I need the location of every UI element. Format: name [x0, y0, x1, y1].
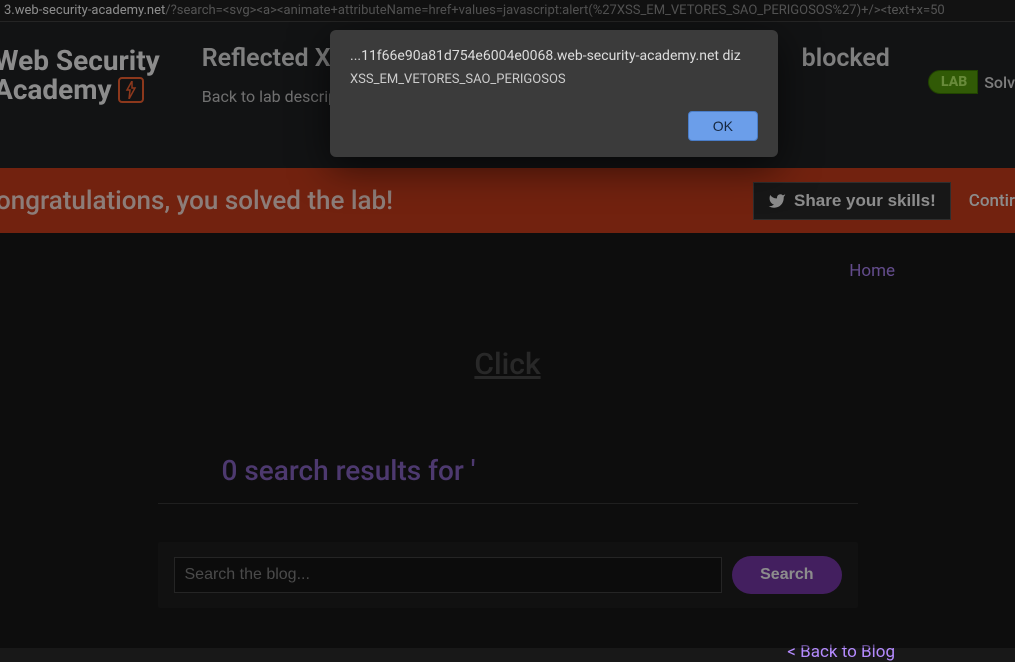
logo-line2: Academy	[0, 75, 112, 104]
twitter-icon	[768, 192, 786, 210]
search-button[interactable]: Search	[732, 556, 841, 594]
logo-line1: Web Security	[0, 46, 160, 75]
lab-status-area: LAB Solv	[928, 70, 1015, 94]
search-results-heading: 0 search results for '	[158, 454, 858, 504]
results-area: 0 search results for ' Search	[158, 454, 858, 608]
javascript-alert-dialog: ...11f66e90a81d754e6004e0068.web-securit…	[330, 30, 778, 157]
search-input[interactable]	[174, 557, 723, 593]
continue-link[interactable]: Contir	[969, 191, 1015, 211]
congrats-text: ongratulations, you solved the lab!	[0, 186, 393, 216]
alert-origin-text: ...11f66e90a81d754e6004e0068.web-securit…	[350, 48, 758, 64]
success-banner: ongratulations, you solved the lab! Shar…	[0, 168, 1015, 233]
page-main: Home Click 0 search results for ' Search…	[0, 233, 1015, 662]
back-to-blog-link[interactable]: < Back to Blog	[0, 642, 1015, 662]
share-label: Share your skills!	[794, 191, 936, 211]
lightning-icon	[118, 77, 144, 103]
svg-xss-payload-area: Click	[0, 347, 1015, 382]
browser-address-bar[interactable]: 3.web-security-academy.net/?search=<svg>…	[0, 0, 1015, 22]
alert-ok-button[interactable]: OK	[688, 111, 758, 141]
share-skills-button[interactable]: Share your skills!	[753, 182, 951, 220]
academy-logo[interactable]: Web Security Academy	[0, 46, 160, 105]
solved-label: Solv	[984, 73, 1015, 92]
click-link[interactable]: Click	[474, 347, 540, 382]
lab-badge: LAB	[928, 70, 978, 94]
search-form: Search	[158, 542, 858, 608]
url-path: /?search=<svg><a><animate+attributeName=…	[165, 3, 944, 18]
home-link[interactable]: Home	[849, 261, 895, 281]
url-domain: 3.web-security-academy.net	[4, 3, 165, 18]
alert-message-text: XSS_EM_VETORES_SAO_PERIGOSOS	[350, 72, 758, 87]
